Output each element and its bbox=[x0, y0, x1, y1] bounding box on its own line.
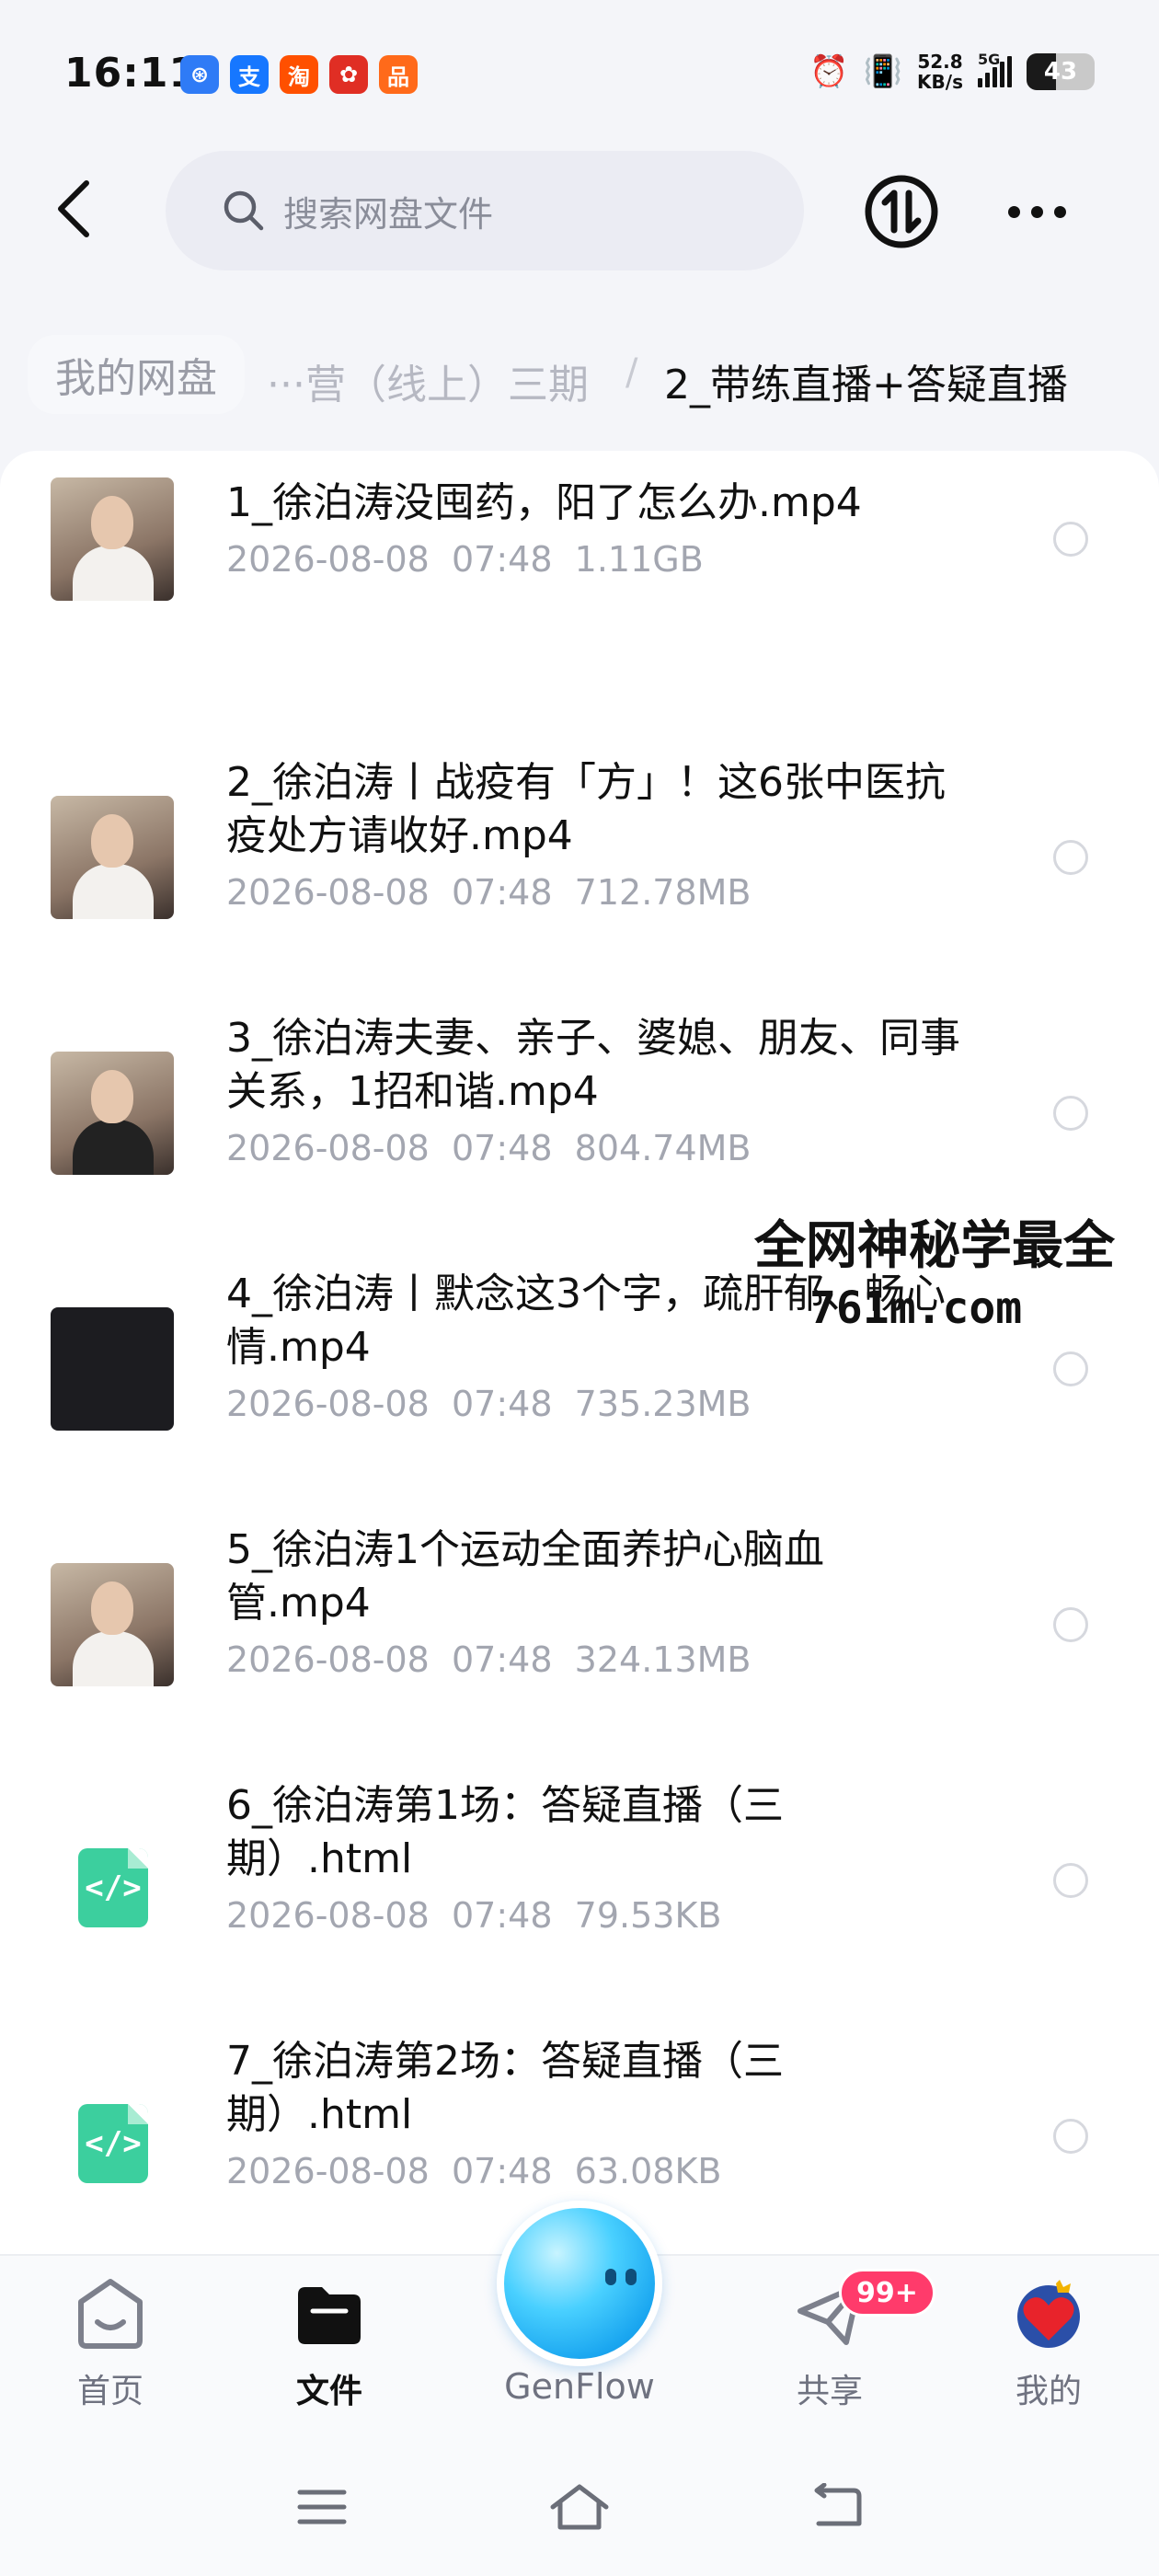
file-meta: 2026-08-08 07:48 63.08KB bbox=[226, 2151, 722, 2191]
select-radio[interactable] bbox=[1053, 840, 1088, 875]
file-list-item[interactable]: 1_徐泊涛没囤药，阳了怎么办.mp4 2026-08-08 07:48 1.11G… bbox=[0, 451, 1159, 707]
nav-mine-label: 我的 bbox=[1015, 2373, 1082, 2410]
file-name: 5_徐泊涛1个运动全面养护心脑血管.mp4 bbox=[226, 1526, 824, 1627]
avatar-icon bbox=[1017, 2280, 1080, 2348]
home-icon bbox=[78, 2279, 143, 2349]
network-type: 5G bbox=[978, 51, 1001, 68]
html-file-icon: </> bbox=[51, 2075, 174, 2198]
home-system-button[interactable] bbox=[543, 2475, 616, 2539]
taobao-icon: 淘 bbox=[280, 55, 318, 94]
nav-files-label: 文件 bbox=[295, 2373, 362, 2410]
search-icon bbox=[224, 190, 264, 231]
file-list: 1_徐泊涛没囤药，阳了怎么办.mp4 2026-08-08 07:48 1.11G… bbox=[0, 451, 1159, 2254]
top-bar: 搜索网盘文件 bbox=[0, 147, 1159, 276]
video-thumbnail bbox=[51, 1307, 174, 1431]
more-options-button[interactable] bbox=[1003, 193, 1071, 230]
file-meta: 2026-08-08 07:48 712.78MB bbox=[226, 872, 752, 913]
file-name: 1_徐泊涛没囤药，阳了怎么办.mp4 bbox=[226, 479, 862, 526]
code-icon: </> bbox=[78, 2104, 148, 2183]
file-meta: 2026-08-08 07:48 1.11GB bbox=[226, 539, 704, 580]
nav-home-label: 首页 bbox=[76, 2373, 143, 2410]
back-button[interactable] bbox=[46, 177, 101, 241]
alipay-icon: 支 bbox=[230, 55, 269, 94]
search-placeholder: 搜索网盘文件 bbox=[283, 193, 494, 235]
breadcrumb: 我的网盘 ···营（线上）三期 / 2_带练直播+答疑直播 bbox=[0, 331, 1159, 423]
sim-app-icon: ⊛ bbox=[180, 55, 219, 94]
file-name: 7_徐泊涛第2场：答疑直播（三期）.html bbox=[226, 2038, 784, 2138]
select-radio[interactable] bbox=[1053, 1096, 1088, 1131]
vibrate-icon: 📳 bbox=[863, 53, 903, 90]
status-app-icons: ⊛ 支淘 ✿ 品 bbox=[180, 55, 418, 94]
file-list-item[interactable]: 2_徐泊涛丨战疫有「方」！这6张中医抗疫处方请收好.mp4 2026-08-08 … bbox=[0, 707, 1159, 962]
back-system-button[interactable] bbox=[800, 2475, 874, 2539]
signal-icon: 5G bbox=[978, 51, 1012, 87]
orb-eye-icon bbox=[625, 2269, 637, 2285]
share-count-badge: 99+ bbox=[839, 2269, 935, 2317]
battery-icon: 43 bbox=[1027, 53, 1095, 90]
breadcrumb-parent[interactable]: ···营（线上）三期 bbox=[267, 351, 589, 410]
network-speed: 52.8 KB/s bbox=[917, 52, 963, 92]
more-dot-icon bbox=[1053, 205, 1066, 218]
watermark: 全网神秘学最全 761m.com bbox=[754, 1214, 1159, 1338]
file-name: 2_徐泊涛丨战疫有「方」！这6张中医抗疫处方请收好.mp4 bbox=[226, 759, 946, 859]
status-indicators: ⏰ 📳 52.8 KB/s 5G 43 bbox=[809, 51, 1095, 92]
select-radio[interactable] bbox=[1053, 1351, 1088, 1386]
search-input[interactable]: 搜索网盘文件 bbox=[166, 151, 804, 270]
network-speed-unit: KB/s bbox=[917, 71, 963, 93]
pinduoduo-icon: ✿ bbox=[329, 55, 368, 94]
network-speed-value: 52.8 bbox=[917, 51, 963, 73]
status-time: 16:11 bbox=[64, 50, 199, 97]
video-thumbnail bbox=[51, 796, 174, 919]
more-dot-icon bbox=[1007, 205, 1020, 218]
file-meta: 2026-08-08 07:48 324.13MB bbox=[226, 1639, 752, 1680]
nav-genflow-label[interactable]: GenFlow bbox=[478, 2366, 681, 2407]
home-outline-icon bbox=[550, 2484, 609, 2530]
watermark-line1: 全网神秘学最全 bbox=[754, 1216, 1115, 1276]
sort-button[interactable] bbox=[863, 173, 940, 250]
back-arrow-icon bbox=[58, 180, 89, 237]
folder-icon bbox=[298, 2287, 361, 2344]
alarm-icon: ⏰ bbox=[809, 53, 849, 90]
return-icon bbox=[814, 2483, 862, 2526]
app-icon-orange: 品 bbox=[379, 55, 418, 94]
video-thumbnail bbox=[51, 477, 174, 601]
file-list-item[interactable]: 3_徐泊涛夫妻、亲子、婆媳、朋友、同事关系，1招和谐.mp4 2026-08-08… bbox=[0, 962, 1159, 1218]
file-meta: 2026-08-08 07:48 804.74MB bbox=[226, 1128, 752, 1168]
select-radio[interactable] bbox=[1053, 522, 1088, 557]
genflow-button[interactable] bbox=[497, 2201, 662, 2366]
sort-icon bbox=[865, 175, 938, 248]
nav-mine[interactable]: 我的 bbox=[975, 2274, 1122, 2412]
orb-eye-icon bbox=[605, 2269, 616, 2285]
recent-apps-button[interactable] bbox=[285, 2475, 359, 2539]
watermark-line2: 761m.com bbox=[809, 1282, 1023, 1334]
file-name: 6_徐泊涛第1场：答疑直播（三期）.html bbox=[226, 1782, 784, 1882]
select-radio[interactable] bbox=[1053, 1607, 1088, 1642]
nav-share-label: 共享 bbox=[796, 2373, 863, 2410]
system-navigation-bar bbox=[0, 2438, 1159, 2576]
video-thumbnail bbox=[51, 1563, 174, 1686]
breadcrumb-current: 2_带练直播+答疑直播 bbox=[664, 362, 1068, 408]
breadcrumb-separator: / bbox=[625, 351, 638, 394]
menu-lines-icon bbox=[297, 2490, 347, 2524]
file-list-item[interactable]: </> 6_徐泊涛第1场：答疑直播（三期）.html 2026-08-08 07:4… bbox=[0, 1730, 1159, 1985]
select-radio[interactable] bbox=[1053, 2119, 1088, 2154]
battery-percent: 43 bbox=[1043, 58, 1078, 86]
file-meta: 2026-08-08 07:48 79.53KB bbox=[226, 1895, 722, 1936]
nav-home[interactable]: 首页 bbox=[37, 2274, 184, 2412]
video-thumbnail bbox=[51, 1052, 174, 1175]
file-meta: 2026-08-08 07:48 735.23MB bbox=[226, 1384, 752, 1424]
nav-files[interactable]: 文件 bbox=[256, 2274, 403, 2412]
file-list-item[interactable]: 5_徐泊涛1个运动全面养护心脑血管.mp4 2026-08-08 07:48 32… bbox=[0, 1474, 1159, 1730]
code-icon: </> bbox=[78, 1848, 148, 1927]
file-name: 3_徐泊涛夫妻、亲子、婆媳、朋友、同事关系，1招和谐.mp4 bbox=[226, 1015, 960, 1115]
more-dot-icon bbox=[1030, 205, 1043, 218]
select-radio[interactable] bbox=[1053, 1863, 1088, 1898]
status-bar: 16:11 ⊛ 支淘 ✿ 品 ⏰ 📳 52.8 KB/s 5G 43 bbox=[0, 0, 1159, 147]
breadcrumb-root[interactable]: 我的网盘 bbox=[28, 335, 245, 414]
html-file-icon: </> bbox=[51, 1819, 174, 1942]
